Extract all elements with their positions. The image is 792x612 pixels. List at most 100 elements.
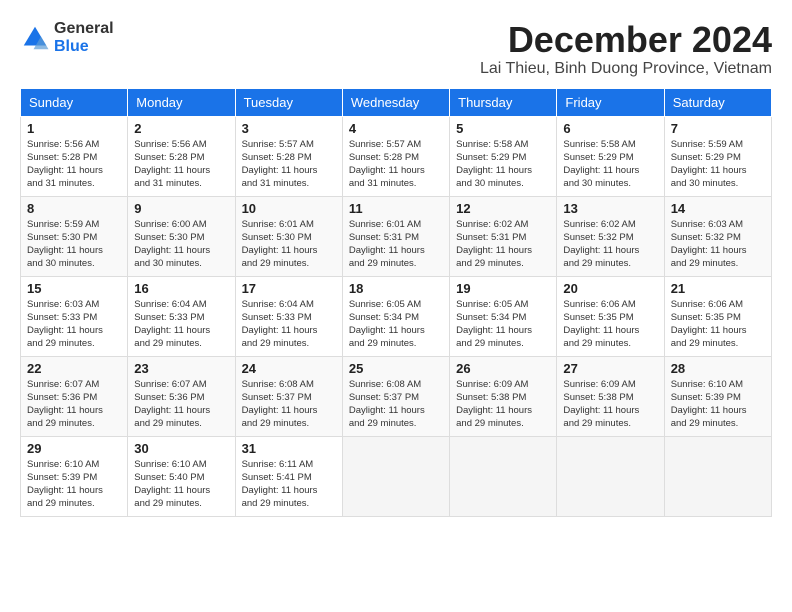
day-cell-18: 18 Sunrise: 6:05 AMSunset: 5:34 PMDayligh… (342, 276, 449, 356)
day-cell-26: 26 Sunrise: 6:09 AMSunset: 5:38 PMDayligh… (450, 356, 557, 436)
day-info: Sunrise: 5:56 AMSunset: 5:28 PMDaylight:… (27, 138, 121, 191)
day-info: Sunrise: 6:00 AMSunset: 5:30 PMDaylight:… (134, 218, 228, 271)
page-header: General Blue December 2024 Lai Thieu, Bi… (20, 20, 772, 78)
day-info: Sunrise: 6:02 AMSunset: 5:32 PMDaylight:… (563, 218, 657, 271)
day-info: Sunrise: 6:01 AMSunset: 5:30 PMDaylight:… (242, 218, 336, 271)
day-number: 26 (456, 361, 550, 376)
day-number: 12 (456, 201, 550, 216)
day-cell-24: 24 Sunrise: 6:08 AMSunset: 5:37 PMDayligh… (235, 356, 342, 436)
day-cell-31: 31Sunrise: 6:11 AMSunset: 5:41 PMDayligh… (235, 436, 342, 516)
day-info: Sunrise: 6:09 AMSunset: 5:38 PMDaylight:… (563, 378, 657, 431)
day-cell-28: 28 Sunrise: 6:10 AMSunset: 5:39 PMDayligh… (664, 356, 771, 436)
day-info: Sunrise: 5:57 AMSunset: 5:28 PMDaylight:… (349, 138, 443, 191)
day-number: 30 (134, 441, 228, 456)
day-info: Sunrise: 6:03 AMSunset: 5:32 PMDaylight:… (671, 218, 765, 271)
day-number: 19 (456, 281, 550, 296)
day-cell-21: 21Sunrise: 6:06 AMSunset: 5:35 PMDayligh… (664, 276, 771, 356)
day-number: 24 (242, 361, 336, 376)
logo-icon (20, 23, 50, 53)
day-cell-13: 13 Sunrise: 6:02 AMSunset: 5:32 PMDayligh… (557, 196, 664, 276)
day-number: 25 (349, 361, 443, 376)
day-cell-23: 23 Sunrise: 6:07 AMSunset: 5:36 PMDayligh… (128, 356, 235, 436)
logo-general-text: General (54, 20, 114, 38)
day-info: Sunrise: 6:04 AMSunset: 5:33 PMDaylight:… (242, 298, 336, 351)
day-info: Sunrise: 6:07 AMSunset: 5:36 PMDaylight:… (27, 378, 121, 431)
day-number: 14 (671, 201, 765, 216)
day-number: 4 (349, 121, 443, 136)
week-row-5: 29 Sunrise: 6:10 AMSunset: 5:39 PMDayligh… (21, 436, 772, 516)
day-info: Sunrise: 6:02 AMSunset: 5:31 PMDaylight:… (456, 218, 550, 271)
day-info: Sunrise: 6:07 AMSunset: 5:36 PMDaylight:… (134, 378, 228, 431)
weekday-header-saturday: Saturday (664, 88, 771, 116)
week-row-4: 22 Sunrise: 6:07 AMSunset: 5:36 PMDayligh… (21, 356, 772, 436)
day-cell-27: 27 Sunrise: 6:09 AMSunset: 5:38 PMDayligh… (557, 356, 664, 436)
empty-cell (450, 436, 557, 516)
day-number: 15 (27, 281, 121, 296)
day-info: Sunrise: 6:01 AMSunset: 5:31 PMDaylight:… (349, 218, 443, 271)
day-cell-1: 1 Sunrise: 5:56 AMSunset: 5:28 PMDaylight… (21, 116, 128, 196)
day-number: 13 (563, 201, 657, 216)
day-info: Sunrise: 6:10 AMSunset: 5:39 PMDaylight:… (671, 378, 765, 431)
day-info: Sunrise: 5:59 AMSunset: 5:29 PMDaylight:… (671, 138, 765, 191)
day-info: Sunrise: 5:58 AMSunset: 5:29 PMDaylight:… (456, 138, 550, 191)
day-cell-15: 15Sunrise: 6:03 AMSunset: 5:33 PMDayligh… (21, 276, 128, 356)
day-number: 23 (134, 361, 228, 376)
day-number: 5 (456, 121, 550, 136)
week-row-2: 8 Sunrise: 5:59 AMSunset: 5:30 PMDaylight… (21, 196, 772, 276)
day-info: Sunrise: 6:06 AMSunset: 5:35 PMDaylight:… (671, 298, 765, 351)
day-number: 29 (27, 441, 121, 456)
empty-cell (557, 436, 664, 516)
day-info: Sunrise: 6:08 AMSunset: 5:37 PMDaylight:… (349, 378, 443, 431)
day-number: 2 (134, 121, 228, 136)
day-number: 9 (134, 201, 228, 216)
day-cell-9: 9 Sunrise: 6:00 AMSunset: 5:30 PMDaylight… (128, 196, 235, 276)
day-info: Sunrise: 6:10 AMSunset: 5:39 PMDaylight:… (27, 458, 121, 511)
day-number: 6 (563, 121, 657, 136)
day-number: 7 (671, 121, 765, 136)
day-cell-5: 5 Sunrise: 5:58 AMSunset: 5:29 PMDaylight… (450, 116, 557, 196)
day-number: 20 (563, 281, 657, 296)
day-info: Sunrise: 5:56 AMSunset: 5:28 PMDaylight:… (134, 138, 228, 191)
day-number: 22 (27, 361, 121, 376)
day-number: 18 (349, 281, 443, 296)
day-info: Sunrise: 5:58 AMSunset: 5:29 PMDaylight:… (563, 138, 657, 191)
day-info: Sunrise: 5:57 AMSunset: 5:28 PMDaylight:… (242, 138, 336, 191)
day-info: Sunrise: 5:59 AMSunset: 5:30 PMDaylight:… (27, 218, 121, 271)
day-number: 31 (242, 441, 336, 456)
location-title: Lai Thieu, Binh Duong Province, Vietnam (480, 60, 772, 78)
day-info: Sunrise: 6:10 AMSunset: 5:40 PMDaylight:… (134, 458, 228, 511)
day-cell-10: 10 Sunrise: 6:01 AMSunset: 5:30 PMDayligh… (235, 196, 342, 276)
empty-cell (342, 436, 449, 516)
day-number: 3 (242, 121, 336, 136)
day-number: 1 (27, 121, 121, 136)
day-cell-29: 29 Sunrise: 6:10 AMSunset: 5:39 PMDayligh… (21, 436, 128, 516)
logo: General Blue (20, 20, 114, 55)
calendar-table: SundayMondayTuesdayWednesdayThursdayFrid… (20, 88, 772, 517)
day-info: Sunrise: 6:05 AMSunset: 5:34 PMDaylight:… (349, 298, 443, 351)
day-number: 28 (671, 361, 765, 376)
day-cell-25: 25 Sunrise: 6:08 AMSunset: 5:37 PMDayligh… (342, 356, 449, 436)
day-cell-7: 7 Sunrise: 5:59 AMSunset: 5:29 PMDaylight… (664, 116, 771, 196)
week-row-3: 15Sunrise: 6:03 AMSunset: 5:33 PMDayligh… (21, 276, 772, 356)
day-cell-2: 2 Sunrise: 5:56 AMSunset: 5:28 PMDaylight… (128, 116, 235, 196)
day-info: Sunrise: 6:09 AMSunset: 5:38 PMDaylight:… (456, 378, 550, 431)
day-cell-3: 3 Sunrise: 5:57 AMSunset: 5:28 PMDaylight… (235, 116, 342, 196)
day-number: 27 (563, 361, 657, 376)
weekday-header-monday: Monday (128, 88, 235, 116)
day-info: Sunrise: 6:05 AMSunset: 5:34 PMDaylight:… (456, 298, 550, 351)
day-cell-17: 17Sunrise: 6:04 AMSunset: 5:33 PMDayligh… (235, 276, 342, 356)
day-number: 10 (242, 201, 336, 216)
title-section: December 2024 Lai Thieu, Binh Duong Prov… (480, 20, 772, 78)
day-info: Sunrise: 6:04 AMSunset: 5:33 PMDaylight:… (134, 298, 228, 351)
day-cell-8: 8 Sunrise: 5:59 AMSunset: 5:30 PMDaylight… (21, 196, 128, 276)
weekday-header-sunday: Sunday (21, 88, 128, 116)
empty-cell (664, 436, 771, 516)
day-number: 16 (134, 281, 228, 296)
day-info: Sunrise: 6:08 AMSunset: 5:37 PMDaylight:… (242, 378, 336, 431)
day-number: 8 (27, 201, 121, 216)
day-cell-20: 20 Sunrise: 6:06 AMSunset: 5:35 PMDayligh… (557, 276, 664, 356)
day-info: Sunrise: 6:06 AMSunset: 5:35 PMDaylight:… (563, 298, 657, 351)
day-cell-19: 19 Sunrise: 6:05 AMSunset: 5:34 PMDayligh… (450, 276, 557, 356)
weekday-header-wednesday: Wednesday (342, 88, 449, 116)
day-number: 11 (349, 201, 443, 216)
